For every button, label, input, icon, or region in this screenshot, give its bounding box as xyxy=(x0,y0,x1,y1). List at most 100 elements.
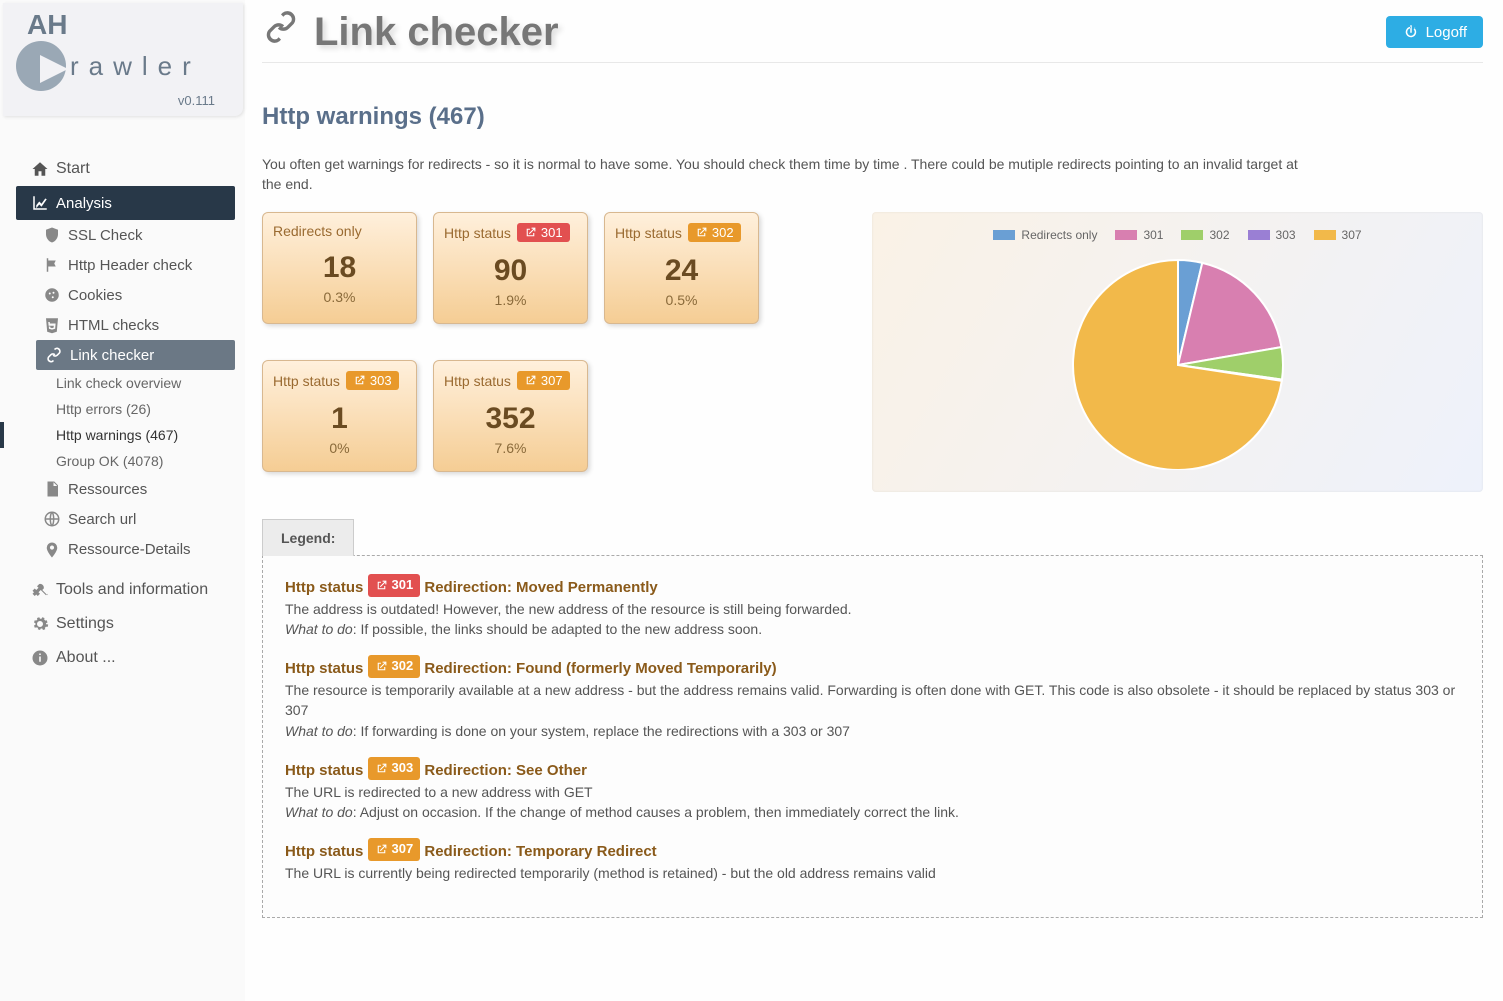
link-icon xyxy=(44,346,64,364)
status-badge: 302 xyxy=(688,223,741,242)
shield-icon xyxy=(42,226,62,244)
chart-line-icon xyxy=(30,194,50,212)
nav-ssl-label: SSL Check xyxy=(68,227,142,244)
nav-link-overview[interactable]: Link check overview xyxy=(0,370,245,396)
status-badge: 302 xyxy=(368,655,421,678)
nav-httpheader-label: Http Header check xyxy=(68,257,192,274)
legend-desc: The URL is redirected to a new address w… xyxy=(285,782,1460,802)
nav-searchurl-label: Search url xyxy=(68,511,136,528)
chart-legend: Redirects only301302303307 xyxy=(993,228,1361,242)
tile-redirects[interactable]: Redirects only 18 0.3% xyxy=(262,212,417,324)
nav-cookies[interactable]: Cookies xyxy=(0,280,245,310)
tile-label: Redirects only xyxy=(273,223,406,239)
status-badge: 307 xyxy=(517,371,570,390)
info-icon xyxy=(30,649,50,667)
nav-http-warnings[interactable]: Http warnings (467) xyxy=(0,422,245,448)
nav-about[interactable]: About ... xyxy=(0,641,245,675)
tile-label: Http status 307 xyxy=(444,371,577,390)
legend-swatch xyxy=(993,230,1015,240)
nav-html-checks[interactable]: HTML checks xyxy=(0,310,245,340)
gears-icon xyxy=(30,615,50,633)
tile-value: 1 xyxy=(273,402,406,436)
section-title: Http warnings (467) xyxy=(262,103,1483,131)
legend-entry: Http status 301 Redirection: Moved Perma… xyxy=(285,574,1460,639)
app-version: v0.111 xyxy=(13,93,233,108)
tile-pct: 1.9% xyxy=(444,292,577,308)
tile-301[interactable]: Http status 301 90 1.9% xyxy=(433,212,588,324)
nav-settings-label: Settings xyxy=(56,615,114,633)
nav-ressources[interactable]: Ressources xyxy=(0,474,245,504)
tiles: Redirects only 18 0.3%Http status 301 90… xyxy=(262,212,842,492)
tile-pct: 7.6% xyxy=(444,440,577,456)
legend-item: 301 xyxy=(1115,228,1163,242)
tile-302[interactable]: Http status 302 24 0.5% xyxy=(604,212,759,324)
tile-pct: 0.3% xyxy=(273,289,406,305)
nav-ressource-details[interactable]: Ressource-Details xyxy=(0,534,245,564)
tools-icon xyxy=(30,581,50,599)
legend-section: Legend: Http status 301 Redirection: Mov… xyxy=(262,518,1483,918)
nav-http-header[interactable]: Http Header check xyxy=(0,250,245,280)
file-icon xyxy=(42,480,62,498)
legend-swatch xyxy=(1248,230,1270,240)
nav-analysis[interactable]: Analysis xyxy=(16,186,235,220)
tile-307[interactable]: Http status 307 352 7.6% xyxy=(433,360,588,472)
logoff-button[interactable]: Logoff xyxy=(1386,16,1483,48)
nav-start[interactable]: Start xyxy=(0,152,245,186)
legend-tab: Legend: xyxy=(262,519,354,556)
status-badge: 301 xyxy=(517,223,570,242)
nav-http-errors[interactable]: Http errors (26) xyxy=(0,396,245,422)
nav-link-checker[interactable]: Link checker xyxy=(36,340,235,370)
legend-desc: The resource is temporarily available at… xyxy=(285,680,1460,721)
tile-value: 90 xyxy=(444,254,577,288)
map-pin-icon xyxy=(42,540,62,558)
divider xyxy=(262,62,1483,63)
pacman-icon xyxy=(16,41,66,91)
nav-group-ok[interactable]: Group OK (4078) xyxy=(0,448,245,474)
status-badge: 303 xyxy=(346,371,399,390)
nav-about-label: About ... xyxy=(56,649,116,667)
legend-desc: The URL is currently being redirected te… xyxy=(285,863,1460,883)
legend-desc: The address is outdated! However, the ne… xyxy=(285,599,1460,619)
tile-303[interactable]: Http status 303 1 0% xyxy=(262,360,417,472)
legend-head: Http status 303 Redirection: See Other xyxy=(285,757,1460,782)
cookie-icon xyxy=(42,286,62,304)
sidebar: AH rawler v0.111 Start Analysis SSL Chec… xyxy=(0,0,245,1001)
link-icon xyxy=(262,8,300,56)
main: Link checker Logoff Http warnings (467) … xyxy=(258,0,1503,1001)
tile-value: 352 xyxy=(444,402,577,436)
nav-settings[interactable]: Settings xyxy=(0,607,245,641)
globe-icon xyxy=(42,510,62,528)
legend-swatch xyxy=(1181,230,1203,240)
nav-htmlchecks-label: HTML checks xyxy=(68,317,159,334)
legend-head: Http status 307 Redirection: Temporary R… xyxy=(285,838,1460,863)
legend-item: 307 xyxy=(1314,228,1362,242)
logo: AH rawler v0.111 xyxy=(3,3,243,116)
nav-cookies-label: Cookies xyxy=(68,287,122,304)
legend-body: Http status 301 Redirection: Moved Perma… xyxy=(262,555,1483,918)
logo-top: AH xyxy=(13,9,233,41)
legend-item: 302 xyxy=(1181,228,1229,242)
tile-pct: 0% xyxy=(273,440,406,456)
nav-analysis-label: Analysis xyxy=(56,195,112,212)
power-icon xyxy=(1402,23,1420,41)
pie-chart: Redirects only301302303307 xyxy=(872,212,1483,492)
logoff-label: Logoff xyxy=(1426,24,1467,41)
legend-head: Http status 302 Redirection: Found (form… xyxy=(285,655,1460,680)
html5-icon xyxy=(42,316,62,334)
nav-search-url[interactable]: Search url xyxy=(0,504,245,534)
nav-linkchecker-label: Link checker xyxy=(70,347,154,364)
nav-ressources-label: Ressources xyxy=(68,481,147,498)
nav-tools[interactable]: Tools and information xyxy=(0,573,245,607)
tile-label: Http status 301 xyxy=(444,223,577,242)
tile-label: Http status 303 xyxy=(273,371,406,390)
page-title: Link checker xyxy=(262,8,559,56)
nav-tools-label: Tools and information xyxy=(56,581,208,599)
legend-head: Http status 301 Redirection: Moved Perma… xyxy=(285,574,1460,599)
tile-label: Http status 302 xyxy=(615,223,748,242)
nav: Start Analysis SSL Check Http Header che… xyxy=(0,152,245,675)
tile-value: 24 xyxy=(615,254,748,288)
legend-entry: Http status 302 Redirection: Found (form… xyxy=(285,655,1460,741)
section-desc: You often get warnings for redirects - s… xyxy=(262,155,1312,194)
legend-swatch xyxy=(1115,230,1137,240)
nav-ssl-check[interactable]: SSL Check xyxy=(0,220,245,250)
